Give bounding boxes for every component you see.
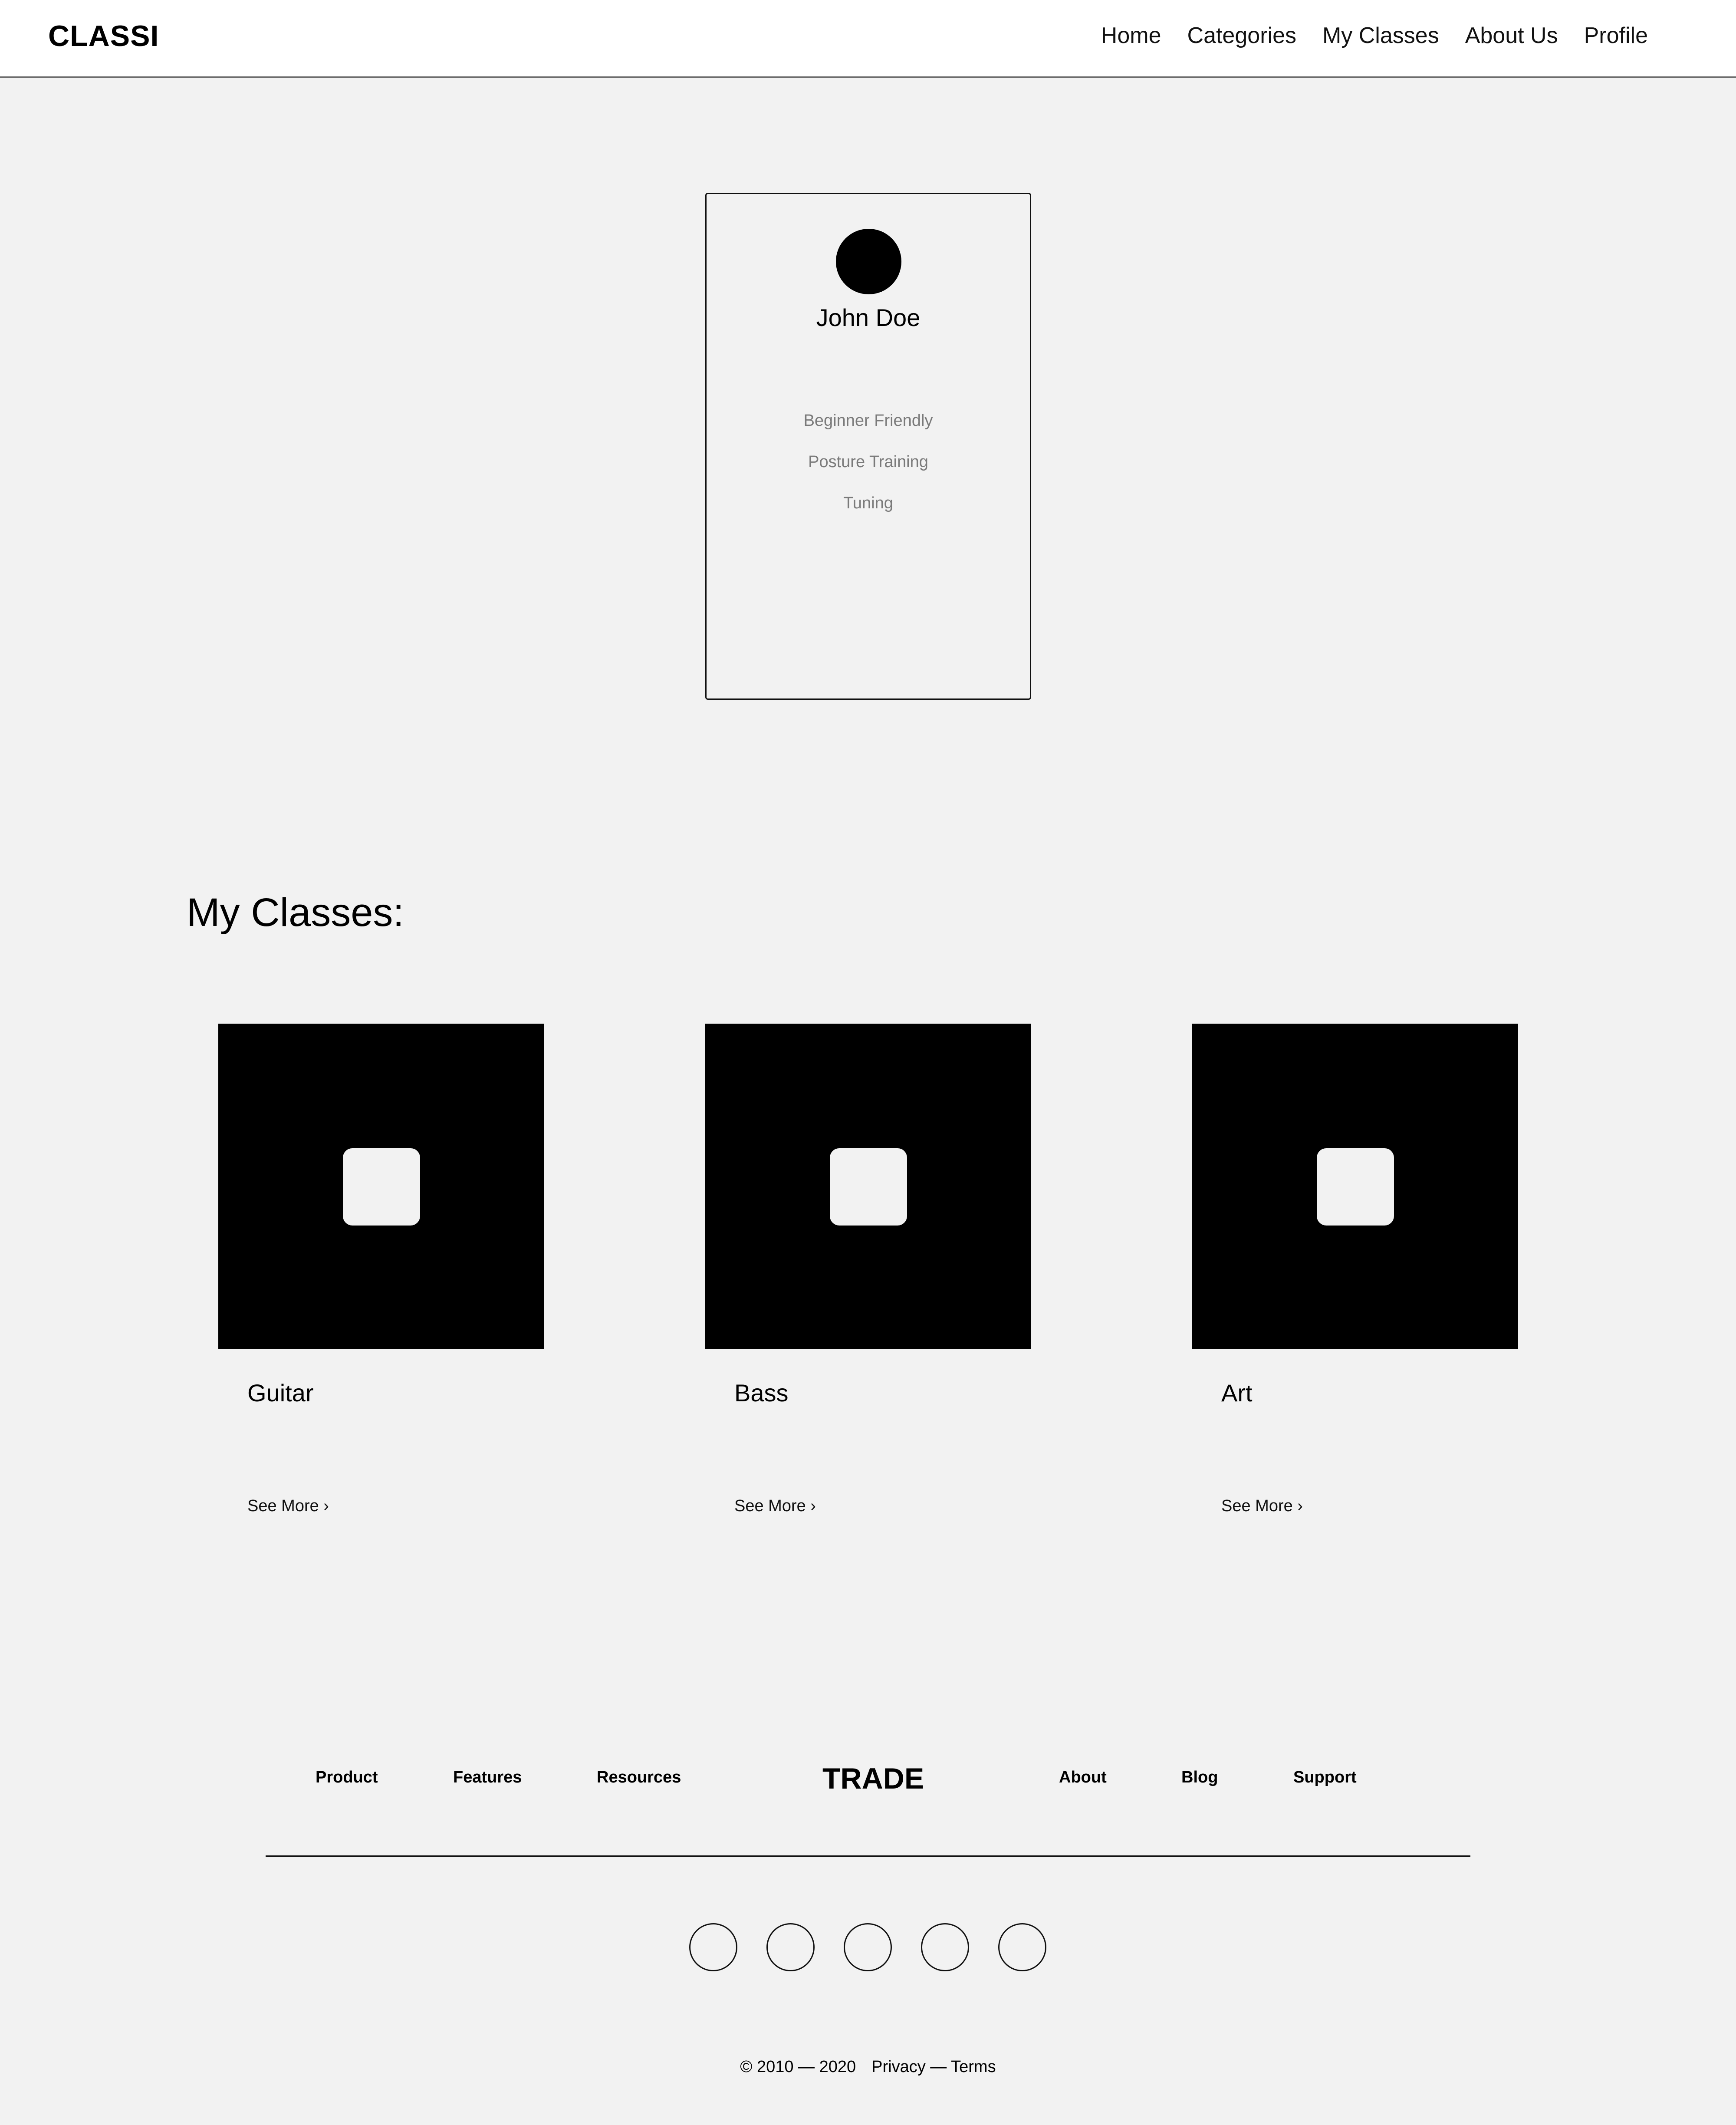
footer-link-blog[interactable]: Blog [1181, 1768, 1218, 1787]
see-more-link[interactable]: See More › [247, 1497, 329, 1516]
footer-link-product[interactable]: Product [316, 1768, 378, 1787]
section-title-my-classes: My Classes: [187, 890, 404, 935]
class-card-art: Art See More › [1192, 1024, 1518, 1545]
class-card-bass: Bass See More › [705, 1024, 1031, 1545]
social-icon[interactable] [998, 1923, 1046, 1971]
profile-name: John Doe [816, 304, 921, 331]
nav-home[interactable]: Home [1101, 23, 1161, 49]
copyright-text: © 2010 — 2020 [740, 2058, 856, 2076]
class-name: Bass [734, 1379, 789, 1407]
social-icon[interactable] [844, 1923, 892, 1971]
footer-brand-logo[interactable]: TRADE [822, 1762, 924, 1796]
nav-my-classes[interactable]: My Classes [1322, 23, 1439, 49]
main-nav: Home Categories My Classes About Us Prof… [1101, 23, 1648, 49]
avatar [836, 229, 901, 294]
copyright-bar: © 2010 — 2020 Privacy — Terms [0, 2058, 1736, 2076]
footer-link-about[interactable]: About [1059, 1768, 1107, 1787]
navbar: CLASSI Home Categories My Classes About … [0, 0, 1736, 78]
class-name: Art [1221, 1379, 1253, 1407]
legal-links[interactable]: Privacy — Terms [871, 2058, 996, 2076]
see-more-link[interactable]: See More › [1221, 1497, 1303, 1516]
nav-categories[interactable]: Categories [1187, 23, 1296, 49]
nav-profile[interactable]: Profile [1584, 23, 1648, 49]
footer-link-features[interactable]: Features [453, 1768, 522, 1787]
profile-tags: Beginner Friendly Posture Training Tunin… [707, 411, 1030, 535]
image-placeholder-icon [1317, 1148, 1394, 1226]
class-thumbnail[interactable] [218, 1024, 544, 1349]
class-name: Guitar [247, 1379, 314, 1407]
footer-divider [266, 1855, 1470, 1857]
class-card-guitar: Guitar See More › [218, 1024, 544, 1545]
class-thumbnail[interactable] [1192, 1024, 1518, 1349]
social-icon[interactable] [766, 1923, 815, 1971]
see-more-link[interactable]: See More › [734, 1497, 816, 1516]
image-placeholder-icon [830, 1148, 907, 1226]
nav-about-us[interactable]: About Us [1465, 23, 1558, 49]
social-icon[interactable] [689, 1923, 737, 1971]
brand-logo[interactable]: CLASSI [48, 19, 159, 53]
footer-link-support[interactable]: Support [1293, 1768, 1357, 1787]
profile-tag: Beginner Friendly [803, 412, 933, 430]
profile-tag: Posture Training [808, 453, 928, 471]
social-links [689, 1923, 1046, 1971]
image-placeholder-icon [343, 1148, 420, 1226]
footer-nav: Product Features Resources TRADE About B… [0, 1754, 1736, 1806]
social-icon[interactable] [921, 1923, 969, 1971]
class-thumbnail[interactable] [705, 1024, 1031, 1349]
profile-tag: Tuning [843, 494, 893, 512]
profile-card: John Doe Beginner Friendly Posture Train… [705, 193, 1031, 700]
footer-link-resources[interactable]: Resources [597, 1768, 681, 1787]
